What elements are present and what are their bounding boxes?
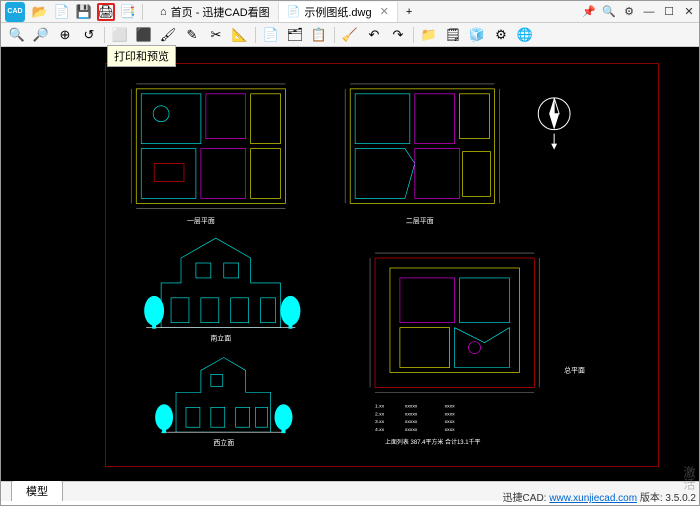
zoom-in-icon[interactable]: 🔍 (7, 25, 27, 45)
watermark: 激活 (681, 466, 698, 490)
svg-text:xxxxx: xxxxx (405, 420, 418, 425)
brand-label: 迅捷CAD: (503, 493, 547, 504)
svg-text:西立面: 西立面 (213, 438, 234, 447)
export-btn[interactable]: 📑 (119, 3, 137, 21)
web-icon[interactable]: 🌐 (515, 25, 535, 45)
separator (413, 27, 414, 43)
brush-icon[interactable]: 🖌 (158, 25, 178, 45)
svg-text:xxxxx: xxxxx (405, 428, 418, 433)
new-tab-btn[interactable]: + (398, 2, 420, 22)
brand-link[interactable]: www.xunjiecad.com (549, 493, 637, 504)
app-logo: CAD (5, 2, 25, 22)
window-controls: 📌 🔍 ⚙ — ☐ ✕ (579, 3, 699, 21)
3d-icon[interactable]: 🧊 (467, 25, 487, 45)
svg-text:1.xx: 1.xx (375, 403, 385, 409)
separator (334, 27, 335, 43)
main-toolbar: 🔍 🔎 ⊕ ↺ ⬜ ⬛ 🖌 ✎ ✂ 📐 📄 🗂 📋 🧹 ↶ ↷ 📁 🗒 🧊 ⚙ … (1, 23, 699, 47)
svg-text:3.xx: 3.xx (375, 419, 385, 425)
svg-text:xxxxx: xxxxx (405, 404, 418, 409)
svg-text:4.xx: 4.xx (375, 427, 385, 433)
version-label: 版本: (640, 493, 663, 504)
tab-strip: ⌂ 首页 - 迅捷CAD看图 📄 示例图纸.dwg ✕ + (152, 1, 579, 22)
drawing-canvas[interactable]: 一层平面 二层平面 (1, 47, 699, 481)
pan-icon[interactable]: ↺ (79, 25, 99, 45)
tab-close-icon[interactable]: ✕ (380, 5, 389, 18)
svg-text:xxxx: xxxx (445, 404, 455, 409)
open-btn[interactable]: 📂 (31, 3, 49, 21)
tab-label: 示例图纸.dwg (304, 4, 371, 20)
separator (104, 27, 105, 43)
svg-text:xxxxx: xxxxx (405, 412, 418, 417)
svg-text:上面列表 387.4平方米 合计13.1千平: 上面列表 387.4平方米 合计13.1千平 (385, 438, 481, 446)
minimize-btn[interactable]: — (639, 3, 659, 21)
maximize-btn[interactable]: ☐ (659, 3, 679, 21)
svg-text:一层平面: 一层平面 (187, 217, 215, 225)
rect-icon[interactable]: ⬜ (110, 25, 130, 45)
tab-drawing[interactable]: 📄 示例图纸.dwg ✕ (279, 2, 398, 22)
svg-text:南立面: 南立面 (210, 334, 231, 343)
pencil-icon[interactable]: ✎ (182, 25, 202, 45)
clipboard-icon[interactable]: 📋 (309, 25, 329, 45)
svg-text:xxxx: xxxx (445, 428, 455, 433)
zoom-out-icon[interactable]: 🔎 (31, 25, 51, 45)
pin-icon[interactable]: 📌 (579, 3, 599, 21)
cut-icon[interactable]: ✂ (206, 25, 226, 45)
zoom-icon[interactable]: 🔍 (599, 3, 619, 21)
home-icon: ⌂ (160, 6, 167, 18)
close-btn[interactable]: ✕ (679, 3, 699, 21)
tab-home[interactable]: ⌂ 首页 - 迅捷CAD看图 (152, 2, 279, 22)
svg-text:xxxx: xxxx (445, 420, 455, 425)
new-btn[interactable]: 📄 (53, 3, 71, 21)
measure-icon[interactable]: 📐 (230, 25, 250, 45)
options-icon[interactable]: ⚙ (491, 25, 511, 45)
page-icon[interactable]: 📄 (261, 25, 281, 45)
separator (255, 27, 256, 43)
notes-icon[interactable]: 🗒 (443, 25, 463, 45)
fill-icon[interactable]: ⬛ (134, 25, 154, 45)
undo-icon[interactable]: ↶ (364, 25, 384, 45)
status-bar: 迅捷CAD: www.xunjiecad.com 版本: 3.5.0.2 (503, 489, 696, 504)
cad-drawing: 一层平面 二层平面 (106, 64, 658, 466)
print-tooltip: 打印和预览 (107, 45, 176, 67)
svg-text:总平面: 总平面 (564, 365, 585, 374)
file-icon: 📄 (287, 5, 301, 18)
erase-icon[interactable]: 🧹 (340, 25, 360, 45)
settings-icon[interactable]: ⚙ (619, 3, 639, 21)
title-bar: CAD 📂 📄 💾 🖨 📑 ⌂ 首页 - 迅捷CAD看图 📄 示例图纸.dwg … (1, 1, 699, 23)
layers-icon[interactable]: 🗂 (285, 25, 305, 45)
folder-icon[interactable]: 📁 (419, 25, 439, 45)
separator (142, 4, 143, 20)
save-btn[interactable]: 💾 (75, 3, 93, 21)
svg-text:二层平面: 二层平面 (406, 217, 434, 225)
redo-icon[interactable]: ↷ (388, 25, 408, 45)
tab-label: 首页 - 迅捷CAD看图 (171, 4, 270, 20)
version-value: 3.5.0.2 (665, 493, 696, 504)
svg-text:2.xx: 2.xx (375, 411, 385, 417)
zoom-extents-icon[interactable]: ⊕ (55, 25, 75, 45)
print-btn[interactable]: 🖨 (97, 3, 115, 21)
model-tab[interactable]: 模型 (11, 480, 63, 501)
svg-text:xxxx: xxxx (445, 412, 455, 417)
drawing-frame: 一层平面 二层平面 (105, 63, 659, 467)
